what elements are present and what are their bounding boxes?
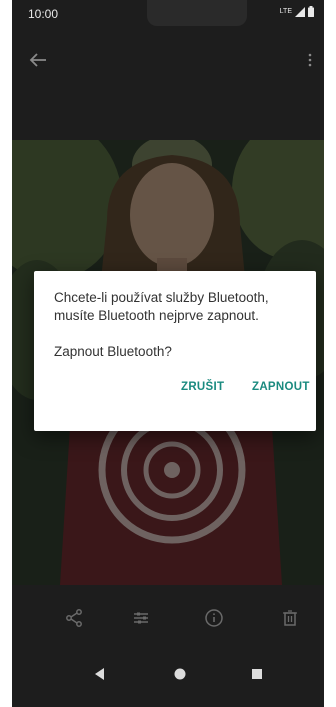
status-icons: LTE [280,6,314,17]
nav-home-button[interactable] [168,662,192,686]
nav-home-icon [174,668,186,680]
nav-back-icon [95,668,104,680]
back-arrow-icon [29,53,46,67]
info-icon [205,609,223,627]
nav-recents-button[interactable] [245,662,269,686]
signal-icon [295,6,305,17]
more-vert-icon [308,53,312,67]
nav-recents-icon [252,669,262,679]
status-time: 10:00 [28,7,59,21]
bluetooth-dialog: Chcete-li používat služby Bluetooth, mus… [34,271,316,431]
edit-button[interactable] [129,606,153,630]
nav-back-button[interactable] [88,662,112,686]
photo-toolbar [12,596,324,640]
status-bar: 10:00 LTE [12,0,324,28]
network-type: LTE [279,8,292,15]
phone-screen: 10:00 LTE Chcete-li používat služby Blue… [12,0,324,707]
top-app-bar [12,40,324,80]
delete-icon [283,610,297,626]
back-button[interactable] [26,48,50,72]
share-icon [66,609,82,627]
system-navigation-bar [12,650,324,707]
cancel-button[interactable]: ZRUŠIT [181,369,224,405]
turn-on-button[interactable]: ZAPNOUT [252,369,310,405]
info-button[interactable] [202,606,226,630]
delete-button[interactable] [278,606,302,630]
dialog-message: Chcete-li používat služby Bluetooth, mus… [54,290,269,323]
share-button[interactable] [62,606,86,630]
edit-icon [134,612,148,624]
battery-icon [308,6,314,17]
more-options-button[interactable] [302,48,318,72]
dialog-question: Zapnout Bluetooth? [54,344,172,359]
